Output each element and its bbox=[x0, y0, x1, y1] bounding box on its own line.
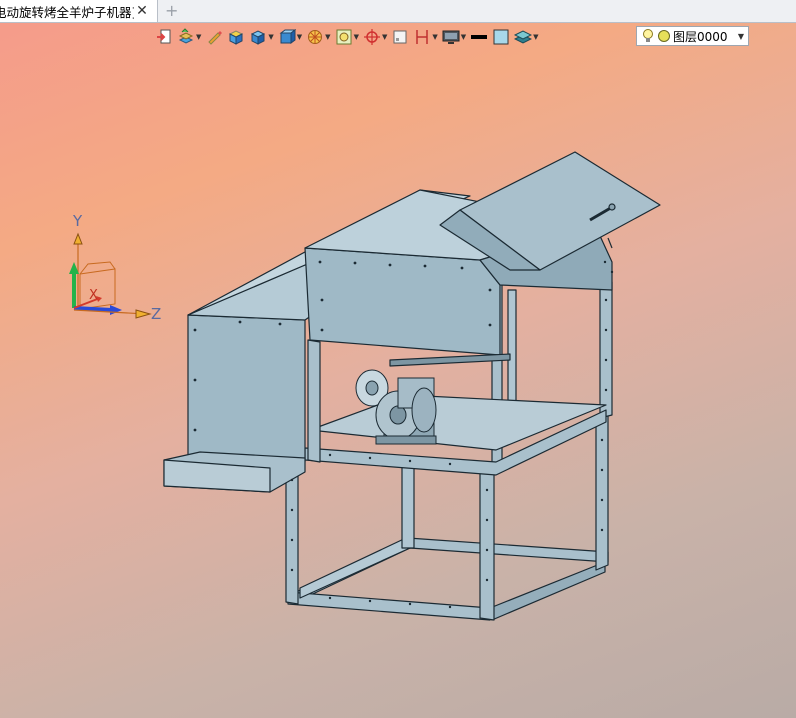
solid-box-icon bbox=[251, 30, 266, 45]
fill-color-button[interactable] bbox=[492, 27, 510, 47]
y-axis-label: Y bbox=[73, 212, 83, 230]
axis-triad bbox=[69, 232, 152, 319]
solid-box-button[interactable]: ▼ bbox=[249, 27, 274, 47]
sun-render-button[interactable]: ▼ bbox=[306, 27, 331, 47]
chevron-down-icon: ▼ bbox=[737, 31, 744, 41]
line-color-icon bbox=[471, 35, 488, 39]
layers-view-button[interactable]: ▼ bbox=[177, 27, 201, 47]
layers-view-icon bbox=[178, 28, 194, 44]
zoom-fit-button[interactable]: ▼ bbox=[335, 27, 359, 47]
layer-stack-button[interactable]: ▼ bbox=[514, 27, 539, 47]
document-tab-title: 电动旋转烤全羊炉子机器] bbox=[0, 4, 134, 20]
layer-select-value: 图层0000 bbox=[673, 29, 728, 44]
target-snap-button[interactable]: ▼ bbox=[363, 27, 387, 47]
layer-stack-icon bbox=[514, 30, 533, 44]
document-tab-bar: 电动旋转烤全羊炉子机器] ✕ + bbox=[0, 0, 796, 23]
layer-color-icon bbox=[658, 30, 670, 42]
lightbulb-icon bbox=[643, 29, 653, 42]
display-mode-button[interactable]: ▼ bbox=[442, 27, 466, 47]
document-tab[interactable]: 电动旋转烤全羊炉子机器] ✕ bbox=[0, 0, 158, 22]
target-snap-icon bbox=[363, 29, 380, 45]
layer-select[interactable]: 图层0000 ▼ bbox=[636, 26, 749, 46]
line-color-button[interactable] bbox=[470, 27, 488, 47]
import-button[interactable] bbox=[155, 27, 173, 47]
shaded-box-icon bbox=[229, 30, 244, 45]
pencil-icon bbox=[208, 31, 223, 45]
x-axis-label: X bbox=[89, 288, 98, 303]
view-toolbar: ▼ ▼ ▼ ▼ ▼ ▼ ▼ ▼ ▼ bbox=[155, 26, 543, 48]
3d-viewport[interactable]: 电动旋转烤全羊炉子机器] ✕ + ▼ ▼ ▼ ▼ ▼ ▼ ▼ ▼ ▼ 图层000… bbox=[0, 0, 796, 718]
shaded-box-button[interactable] bbox=[227, 27, 245, 47]
sun-render-icon bbox=[308, 30, 323, 44]
pencil-button[interactable] bbox=[205, 27, 223, 47]
view-cube-icon bbox=[279, 29, 296, 44]
display-mode-icon bbox=[442, 30, 460, 44]
import-icon bbox=[157, 29, 171, 44]
zoom-fit-icon bbox=[336, 29, 352, 45]
view-cube-button[interactable]: ▼ bbox=[278, 27, 302, 47]
dimension-button[interactable]: ▼ bbox=[413, 27, 438, 47]
blank-page-button[interactable] bbox=[391, 27, 409, 47]
machine-model bbox=[163, 151, 661, 621]
z-axis-label: Z bbox=[151, 305, 162, 323]
new-tab-icon[interactable]: + bbox=[165, 1, 178, 20]
blank-page-icon bbox=[393, 30, 407, 44]
fill-color-icon bbox=[493, 29, 509, 45]
dimension-icon bbox=[416, 30, 429, 44]
close-icon[interactable]: ✕ bbox=[134, 3, 150, 19]
